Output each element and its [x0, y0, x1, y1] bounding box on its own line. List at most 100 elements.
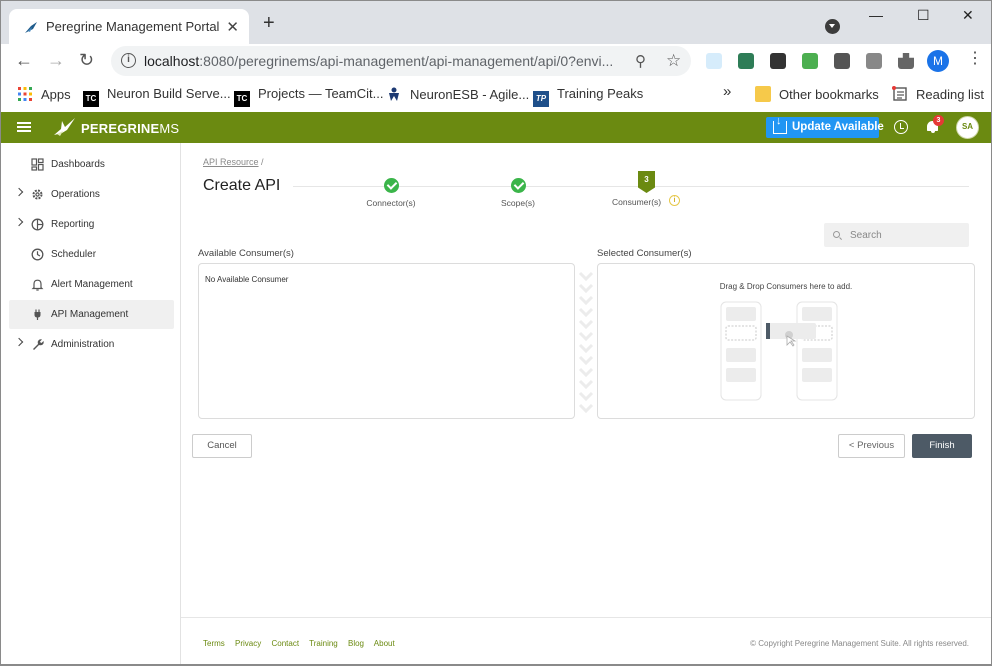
selected-consumers-dropzone[interactable]: Drag & Drop Consumers here to add.	[597, 263, 975, 419]
app-header: PEREGRINEMS Update Available SA	[0, 112, 992, 143]
browser-tab[interactable]: Peregrine Management Portal ✕	[9, 9, 249, 45]
clipper-extension-icon[interactable]	[834, 53, 850, 69]
gear-icon	[32, 189, 43, 200]
sidebar-item-label: Dashboards	[51, 159, 105, 170]
new-tab-button[interactable]: +	[263, 13, 275, 33]
folder-icon	[755, 86, 771, 102]
teamcity-icon: TC	[234, 91, 250, 107]
bookmark-neuronesb-agile[interactable]: NeuronESB - Agile...	[386, 86, 529, 102]
bookmark-other[interactable]: Other bookmarks	[755, 86, 879, 102]
peregrine-bird-icon	[54, 118, 75, 136]
history-icon[interactable]	[894, 120, 908, 134]
minimize-button[interactable]: —	[869, 7, 883, 23]
breadcrumb-separator: /	[261, 157, 264, 167]
pie-chart-icon	[31, 218, 44, 231]
tab-search-icon[interactable]	[825, 19, 840, 34]
cloud-extension-icon[interactable]	[706, 53, 722, 69]
bookmarks-bar: Apps TC Neuron Build Serve... TC Projects …	[0, 78, 992, 112]
extensions-puzzle-icon[interactable]	[898, 53, 914, 69]
evernote-extension-icon[interactable]	[802, 53, 818, 69]
available-consumers-title: Available Consumer(s)	[198, 248, 294, 259]
url-text[interactable]: localhost:8080/peregrinems/api-managemen…	[144, 53, 613, 69]
bookmarks-overflow-icon[interactable]: »	[723, 83, 731, 100]
reading-list-icon	[892, 86, 907, 101]
info-icon[interactable]: i	[669, 195, 680, 206]
previous-button[interactable]: < Previous	[838, 434, 905, 458]
sidebar-item-scheduler[interactable]: Scheduler	[9, 240, 174, 269]
apps-grid-icon	[18, 87, 32, 101]
browser-toolbar: ← → ↻ i localhost:8080/peregrinems/api-m…	[0, 44, 992, 78]
sidebar-item-label: Scheduler	[51, 249, 97, 260]
browser-menu-icon[interactable]: ⋮	[967, 51, 983, 67]
plug-icon	[34, 309, 41, 320]
menu-icon[interactable]	[17, 122, 31, 132]
site-info-icon[interactable]: i	[121, 53, 136, 68]
update-available-button[interactable]: Update Available	[766, 116, 884, 138]
x-extension-icon[interactable]	[770, 53, 786, 69]
chevron-right-icon	[14, 187, 24, 197]
sidebar-item-label: Administration	[51, 339, 115, 350]
bookmark-projects-teamcity[interactable]: TC Projects — TeamCit...	[234, 86, 383, 107]
breadcrumb: API Resource /	[203, 157, 264, 167]
footer-link-privacy[interactable]: Privacy	[235, 639, 261, 648]
reading-list-button[interactable]: Reading list	[892, 86, 984, 102]
sidebar-item-label: Operations	[51, 189, 100, 200]
address-bar[interactable]: i localhost:8080/peregrinems/api-managem…	[111, 46, 691, 76]
sidebar-item-dashboards[interactable]: Dashboards	[9, 150, 174, 179]
finish-button[interactable]: Finish	[912, 434, 972, 458]
footer-link-terms[interactable]: Terms	[203, 639, 225, 648]
breadcrumb-api-resource[interactable]: API Resource	[203, 157, 259, 167]
footer-link-about[interactable]: About	[374, 639, 395, 648]
jira-icon	[389, 87, 399, 101]
step-label: Connector(s)	[366, 198, 416, 208]
back-icon[interactable]: ←	[15, 50, 33, 71]
sidebar-item-api-management[interactable]: API Management	[9, 300, 174, 329]
step-label: Scope(s)	[500, 198, 535, 208]
maximize-button[interactable]: ☐	[917, 7, 930, 24]
step-consumers-label: Consumer(s)	[612, 197, 662, 207]
zoom-icon[interactable]: ⚲	[635, 52, 646, 70]
step-consumers-marker[interactable]: 3	[638, 171, 655, 193]
wrench-icon	[33, 339, 44, 350]
sidebar-item-alert-management[interactable]: Alert Management	[9, 270, 174, 299]
bell-icon	[31, 279, 44, 291]
sidebar-item-reporting[interactable]: Reporting	[9, 210, 174, 239]
cancel-button[interactable]: Cancel	[192, 434, 252, 458]
sidebar-item-operations[interactable]: Operations	[9, 180, 174, 209]
clock-icon	[31, 248, 44, 261]
download-icon	[773, 116, 787, 134]
window-close-button[interactable]: ✕	[962, 7, 974, 24]
chevron-right-icon	[14, 217, 24, 227]
bookmark-neuron-build[interactable]: TC Neuron Build Serve...	[83, 86, 231, 107]
available-consumers-panel[interactable]: No Available Consumer	[198, 263, 575, 419]
image-extension-icon[interactable]	[738, 53, 754, 69]
tab-close-icon[interactable]: ✕	[226, 18, 239, 36]
main-content: API Resource / Create API Connector(s) S…	[181, 143, 992, 666]
reload-icon[interactable]: ↻	[79, 50, 94, 71]
brand-suffix: MS	[159, 121, 180, 136]
page-title: Create API	[203, 177, 281, 194]
peregrine-favicon-icon	[25, 22, 37, 33]
no-consumer-message: No Available Consumer	[205, 275, 289, 284]
footer-link-blog[interactable]: Blog	[348, 639, 364, 648]
step-connectors[interactable]: Connector(s)	[363, 178, 419, 208]
bookmark-apps[interactable]: Apps	[17, 86, 71, 102]
profile-avatar[interactable]: M	[927, 50, 949, 72]
footer: Terms Privacy Contact Training Blog Abou…	[181, 617, 991, 666]
notification-badge: 3	[933, 115, 944, 126]
step-scopes[interactable]: Scope(s)	[493, 178, 543, 208]
update-label: Update Available	[792, 121, 884, 133]
t-extension-icon[interactable]	[866, 53, 882, 69]
search-input[interactable]	[850, 227, 962, 243]
check-circle-icon	[383, 178, 399, 193]
sidebar-item-label: Reporting	[51, 219, 95, 230]
bookmark-training-peaks[interactable]: TP Training Peaks	[533, 86, 643, 107]
bookmark-star-icon[interactable]: ☆	[666, 51, 681, 71]
footer-link-contact[interactable]: Contact	[271, 639, 299, 648]
sidebar-item-administration[interactable]: Administration	[9, 330, 174, 359]
forward-icon[interactable]: →	[47, 50, 65, 71]
teamcity-icon: TC	[83, 91, 99, 107]
footer-link-training[interactable]: Training	[309, 639, 338, 648]
user-avatar[interactable]: SA	[956, 116, 979, 139]
footer-links: Terms Privacy Contact Training Blog Abou…	[203, 639, 403, 648]
